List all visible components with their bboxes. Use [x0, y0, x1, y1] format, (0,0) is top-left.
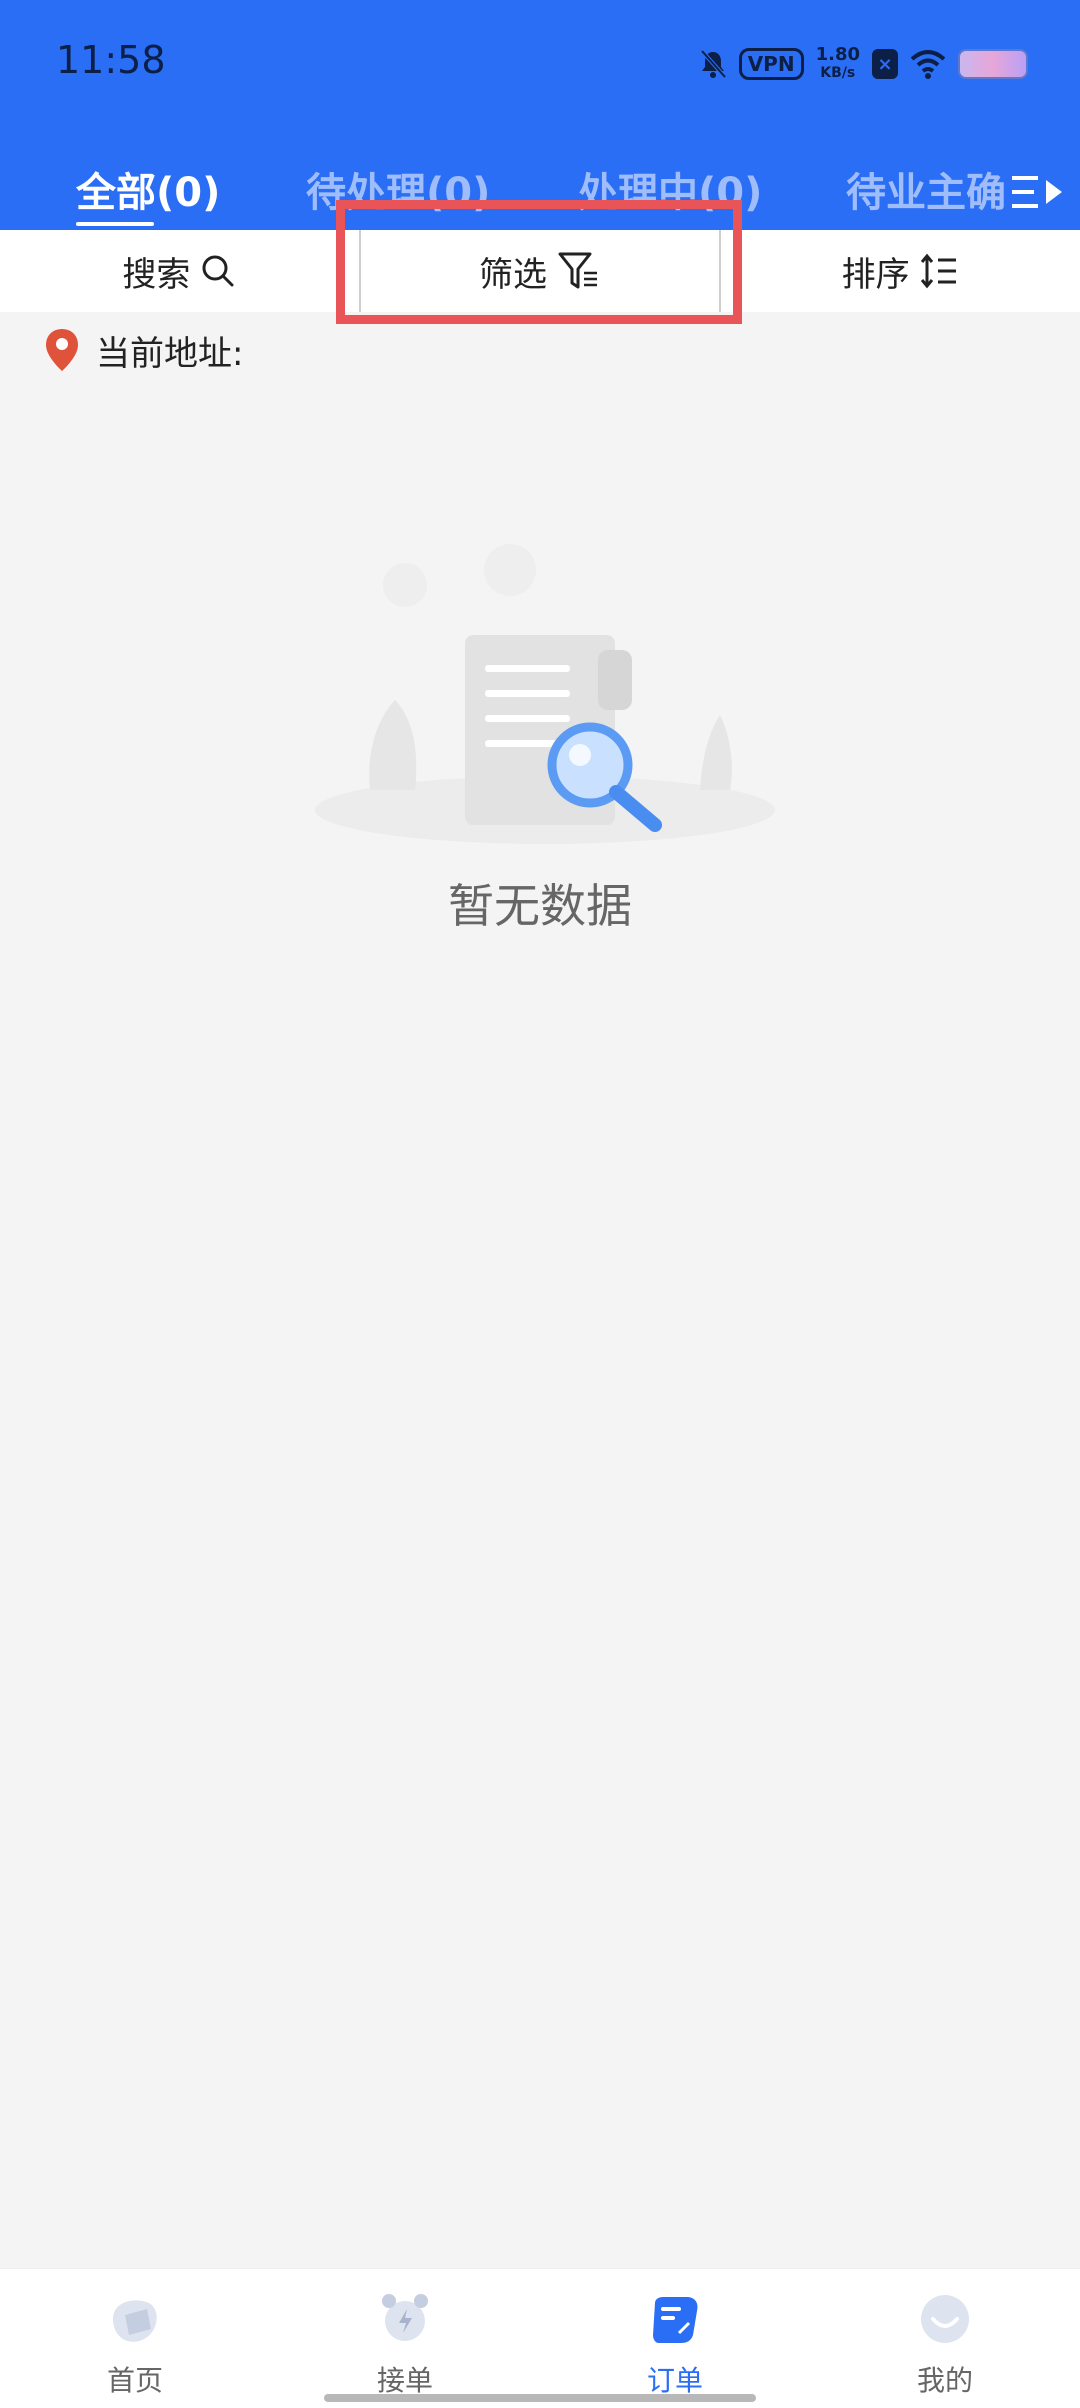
- tab-all[interactable]: 全部(0): [76, 160, 220, 226]
- tab-pending[interactable]: 待处理(0): [306, 160, 490, 226]
- speed-value: 1.80: [815, 44, 860, 65]
- empty-state-illustration: [315, 544, 775, 844]
- nav-item-home[interactable]: 首页: [0, 2269, 270, 2408]
- bell-off-icon: [700, 49, 727, 79]
- status-time: 11:58: [56, 38, 166, 82]
- home-indicator[interactable]: [324, 2394, 756, 2402]
- speed-unit: KB/s: [820, 65, 856, 81]
- vpn-badge: VPN: [738, 48, 804, 80]
- nav-item-orders[interactable]: 订单: [540, 2269, 810, 2408]
- expand-tabs-icon: [1012, 176, 1062, 208]
- nav-label-home: 首页: [106, 2364, 163, 2397]
- status-icons: VPN 1.80 KB/s ×: [699, 40, 1028, 88]
- profile-icon: [921, 2295, 969, 2343]
- location-pin-icon: [46, 329, 78, 371]
- sort-button[interactable]: 排序: [721, 230, 1080, 312]
- current-address-label: 当前地址:: [96, 333, 244, 374]
- current-address-row: 当前地址:: [44, 325, 243, 375]
- order-icon: [653, 2297, 698, 2343]
- status-bar: 11:58 VPN 1.80 KB/s ×: [0, 0, 1080, 130]
- battery-icon: [958, 49, 1028, 79]
- search-button[interactable]: 搜索: [0, 230, 359, 312]
- search-label: 搜索: [122, 254, 191, 295]
- filter-button[interactable]: 筛选: [358, 230, 722, 312]
- filter-icon: [558, 252, 597, 289]
- tab-processing[interactable]: 处理中(0): [578, 160, 762, 226]
- expand-tabs-button[interactable]: [1010, 170, 1066, 214]
- filter-label: 筛选: [479, 254, 547, 295]
- network-speed: 1.80 KB/s: [816, 46, 860, 82]
- nav-label-profile: 我的: [916, 2364, 973, 2397]
- nav-item-accept-orders[interactable]: 接单: [270, 2269, 540, 2408]
- home-icon: [113, 2300, 157, 2342]
- sort-icon: [920, 253, 956, 289]
- x-app-icon: ×: [872, 49, 898, 79]
- order-tabs: 全部(0) 待处理(0) 处理中(0) 待业主确: [0, 160, 1080, 230]
- nav-item-profile[interactable]: 我的: [810, 2269, 1080, 2408]
- nav-label-orders: 订单: [646, 2364, 703, 2397]
- tab-awaiting-owner[interactable]: 待业主确: [846, 160, 1006, 226]
- nav-label-accept-orders: 接单: [376, 2364, 433, 2397]
- alarm-icon: [382, 2294, 428, 2341]
- search-icon: [202, 255, 234, 287]
- bottom-navigation: 首页 接单 订单 我的: [0, 2268, 1080, 2408]
- active-tab-underline: [76, 222, 154, 226]
- filter-toolbar: 搜索 筛选 排序: [0, 230, 1080, 312]
- sort-label: 排序: [841, 254, 910, 295]
- empty-state-text: 暂无数据: [448, 879, 632, 933]
- app-header: 11:58 VPN 1.80 KB/s × 全部(0) 待处理(0) 处理中(0…: [0, 0, 1080, 230]
- wifi-icon: [910, 50, 946, 79]
